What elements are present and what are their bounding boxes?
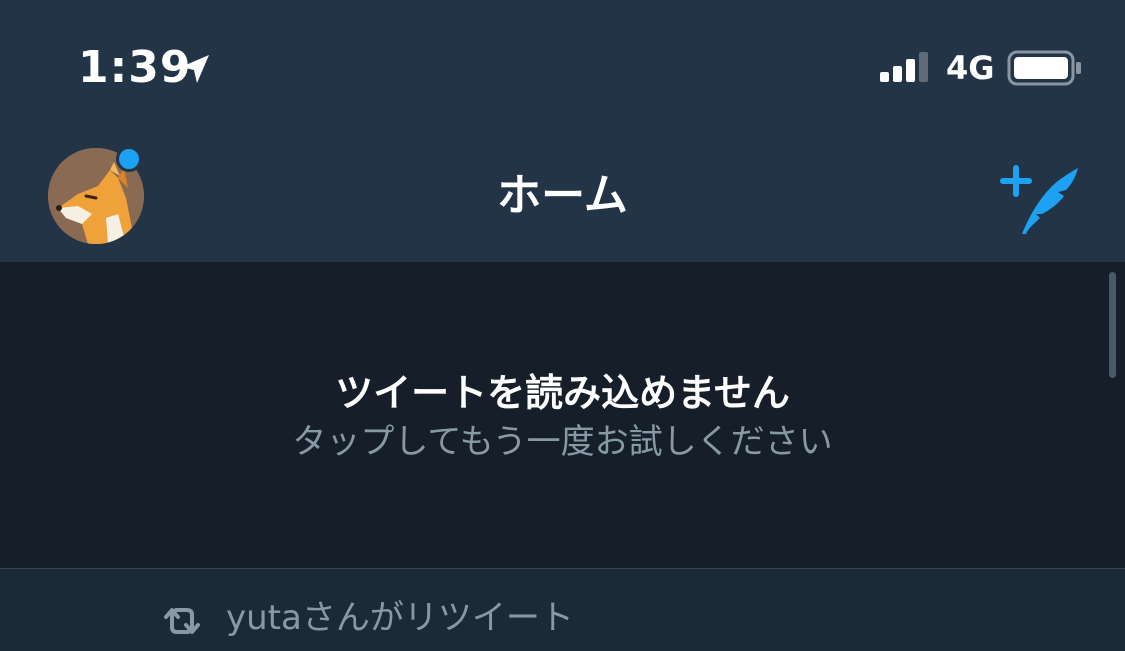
- retweet-icon: [164, 608, 200, 634]
- status-time: 1:39: [78, 42, 192, 93]
- location-arrow-icon: [181, 55, 209, 83]
- retweet-attribution: yutaさんがリツイート: [226, 598, 574, 638]
- network-type-label: 4G: [946, 49, 995, 87]
- compose-tweet-icon: [1000, 165, 1078, 234]
- error-title: ツイートを読み込めません: [335, 371, 790, 415]
- battery-icon: [1007, 50, 1081, 86]
- twitter-home-screen: 1:39 4G ホーム ツイートを読み込めません タップしてもう一度お試しくださ…: [0, 0, 1125, 651]
- page-title: ホーム: [497, 170, 628, 221]
- cellular-signal-icon: [880, 52, 928, 82]
- compose-tweet-button[interactable]: [1000, 160, 1082, 236]
- error-subtitle: タップしてもう一度お試しください: [292, 422, 833, 462]
- tweet-load-error-retry[interactable]: ツイートを読み込めません タップしてもう一度お試しください: [0, 362, 1125, 462]
